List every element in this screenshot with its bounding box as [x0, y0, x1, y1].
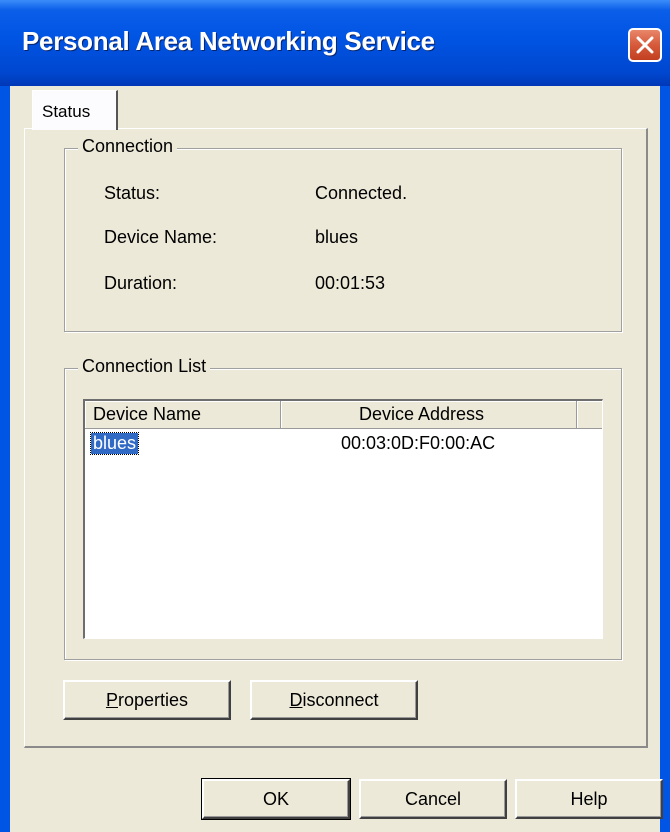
duration-value: 00:01:53 [315, 273, 386, 293]
connection-group-legend: Connection [78, 136, 178, 157]
disconnect-label: isconnect [302, 689, 379, 710]
column-header-filler [577, 401, 602, 429]
properties-label: roperties [117, 689, 189, 710]
close-button[interactable] [628, 28, 662, 62]
table-row[interactable]: blues 00:03:0D:F0:00:AC [85, 431, 602, 457]
duration-label: Duration: [104, 273, 178, 293]
window-frame-left [0, 86, 10, 832]
window-title: Personal Area Networking Service [22, 26, 435, 56]
row-device-address: 00:03:0D:F0:00:AC [341, 433, 496, 453]
device-name-value: blues [315, 227, 359, 247]
ok-button[interactable]: OK [201, 778, 351, 820]
row-device-name: blues [89, 432, 140, 455]
column-header-device-name[interactable]: Device Name [85, 401, 281, 429]
window-frame-right [660, 86, 670, 832]
status-label: Status: [104, 183, 161, 203]
device-name-label: Device Name: [104, 227, 218, 247]
title-bar[interactable]: Personal Area Networking Service [0, 0, 670, 86]
status-value: Connected. [315, 183, 408, 203]
help-button[interactable]: Help [515, 779, 663, 819]
cancel-button[interactable]: Cancel [359, 779, 507, 819]
close-icon [636, 36, 654, 54]
tab-status[interactable]: Status [32, 90, 118, 130]
connection-list-group-legend: Connection List [78, 356, 211, 377]
column-header-device-address[interactable]: Device Address [281, 401, 577, 429]
properties-button[interactable]: Properties [63, 680, 231, 720]
properties-mnemonic: P [105, 689, 118, 710]
disconnect-mnemonic: D [289, 689, 303, 710]
tab-status-label: Status [42, 102, 91, 121]
dialog-window: Personal Area Networking Service Status … [0, 0, 670, 832]
disconnect-button[interactable]: Disconnect [250, 680, 418, 720]
connection-list-view[interactable]: Device Name Device Address blues 00:03:0… [83, 399, 603, 639]
